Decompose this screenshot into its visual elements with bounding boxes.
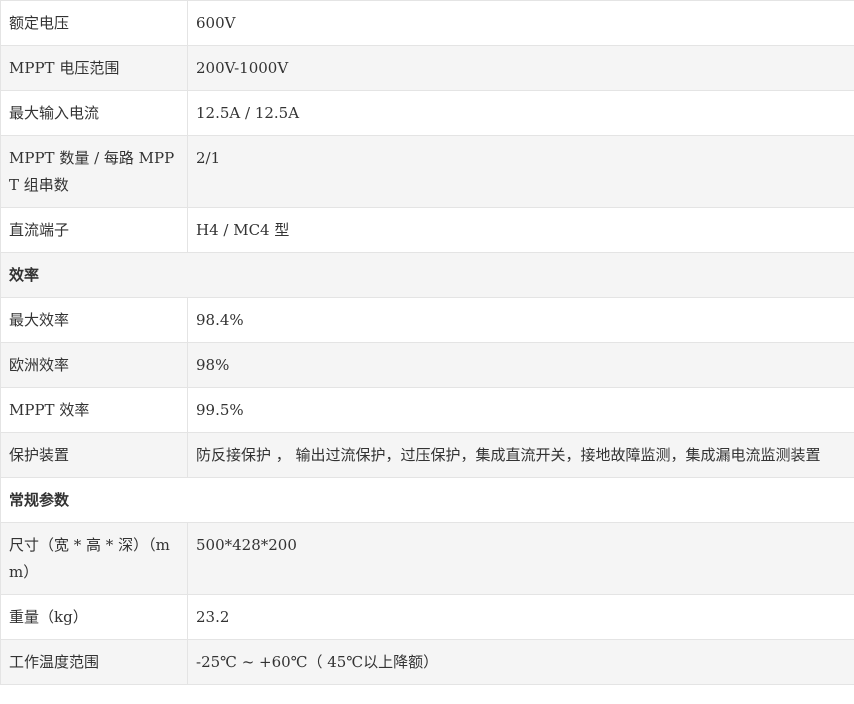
param-value: 23.2 [187,594,854,640]
table-row: 欧洲效率 98% [0,342,854,388]
param-label: MPPT 效率 [0,387,188,433]
param-value: 200V-1000V [187,45,854,91]
param-label: 最大输入电流 [0,90,188,136]
table-row: 尺寸（宽 * 高 * 深）（mm） 500*428*200 [0,522,854,595]
param-label: 直流端子 [0,207,188,253]
table-row: 最大输入电流 12.5A / 12.5A [0,90,854,136]
param-value: 99.5% [187,387,854,433]
table-row: MPPT 电压范围 200V-1000V [0,45,854,91]
param-value: H4 / MC4 型 [187,207,854,253]
section-title: 效率 [0,252,854,298]
table-row: 额定电压 600V [0,0,854,46]
param-value: 12.5A / 12.5A [187,90,854,136]
table-row: 重量（kg） 23.2 [0,594,854,640]
section-header-row: 效率 [0,252,854,298]
param-value: -25℃ ~ +60℃（ 45℃以上降额） [187,639,854,685]
param-label: 工作温度范围 [0,639,188,685]
table-row: MPPT 数量 / 每路 MPPT 组串数 2/1 [0,135,854,208]
spec-table: 额定电压 600V MPPT 电压范围 200V-1000V 最大输入电流 12… [0,0,854,685]
param-value: 500*428*200 [187,522,854,595]
table-row: 直流端子 H4 / MC4 型 [0,207,854,253]
param-label: 最大效率 [0,297,188,343]
param-value: 98% [187,342,854,388]
param-value: 98.4% [187,297,854,343]
param-label: 保护装置 [0,432,188,478]
table-row: 保护装置 防反接保护 ， 输出过流保护，过压保护，集成直流开关，接地故障监测，集… [0,432,854,478]
param-label: MPPT 电压范围 [0,45,188,91]
param-label: 欧洲效率 [0,342,188,388]
param-label: 额定电压 [0,0,188,46]
section-header-row: 常规参数 [0,477,854,523]
table-row: 最大效率 98.4% [0,297,854,343]
param-value: 2/1 [187,135,854,208]
param-value: 防反接保护 ， 输出过流保护，过压保护，集成直流开关，接地故障监测，集成漏电流监… [187,432,854,478]
param-label: 尺寸（宽 * 高 * 深）（mm） [0,522,188,595]
section-title: 常规参数 [0,477,854,523]
table-row: MPPT 效率 99.5% [0,387,854,433]
param-value: 600V [187,0,854,46]
param-label: MPPT 数量 / 每路 MPPT 组串数 [0,135,188,208]
table-row: 工作温度范围 -25℃ ~ +60℃（ 45℃以上降额） [0,639,854,685]
param-label: 重量（kg） [0,594,188,640]
